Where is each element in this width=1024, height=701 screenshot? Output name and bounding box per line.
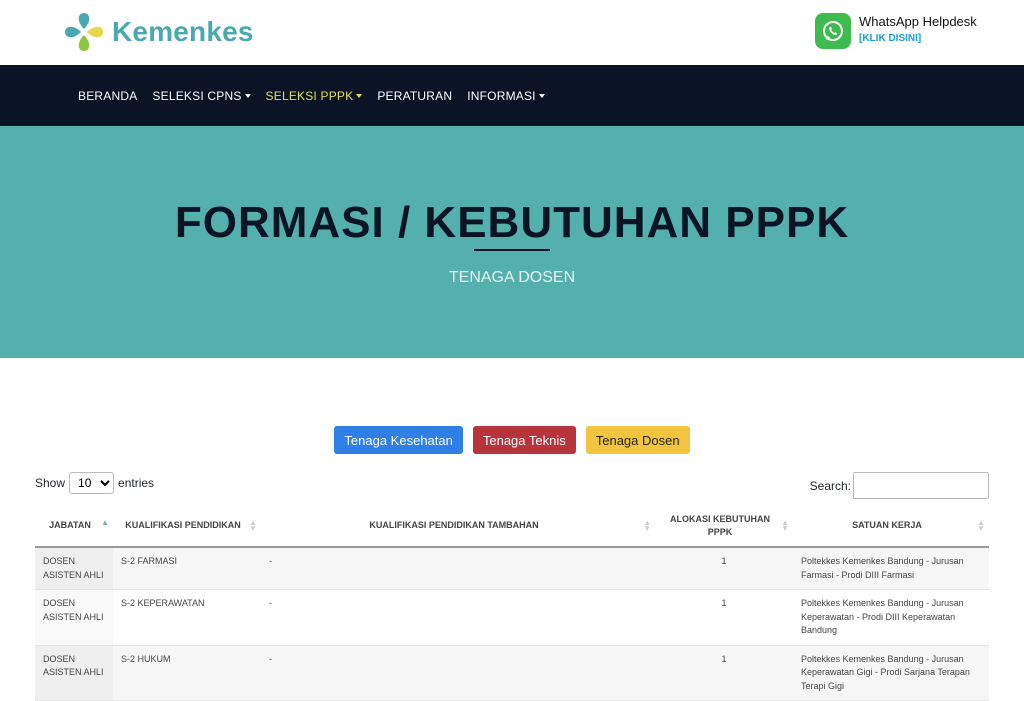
entries-label: entries xyxy=(118,476,155,490)
entries-select[interactable]: 10 xyxy=(69,472,115,494)
sort-icon: ▲ ▼ xyxy=(781,518,789,533)
table-row: DOSEN ASISTEN AHLI S-2 FARMASI - 1 Polte… xyxy=(35,547,989,590)
cell-kualifikasi-tambahan: - xyxy=(261,645,655,701)
cell-jabatan: DOSEN ASISTEN AHLI xyxy=(35,589,113,646)
sort-icon: ▲ ▼ xyxy=(977,518,985,533)
page-title: FORMASI / KEBUTUHAN PPPK xyxy=(174,198,850,247)
formasi-table: JABATAN ▲ KUALIFIKASI PENDIDIKAN ▲ ▼ KUALIF… xyxy=(35,505,989,701)
cell-satuan-kerja: Poltekkes Kemenkes Bandung - Jurusan Far… xyxy=(793,547,989,590)
nav-item-seleksi-pppk[interactable]: SELEKSI PPPK xyxy=(266,89,363,103)
cell-kualifikasi: S-2 KEPERAWATAN xyxy=(113,589,261,646)
brand-name: Kemenkes xyxy=(112,16,254,47)
search-input[interactable] xyxy=(853,472,989,499)
column-header-satuan-kerja[interactable]: SATUAN KERJA ▲ ▼ xyxy=(793,505,989,548)
cell-kualifikasi: S-2 FARMASI xyxy=(113,547,261,590)
nav-item-peraturan[interactable]: PERATURAN xyxy=(377,89,452,103)
column-header-alokasi[interactable]: ALOKASI KEBUTUHAN PPPK ▲ ▼ xyxy=(655,505,793,548)
helpdesk-title: WhatsApp Helpdesk xyxy=(859,14,977,29)
table-row: DOSEN ASISTEN AHLI S-2 KEPERAWATAN - 1 P… xyxy=(35,589,989,646)
chevron-down-icon xyxy=(538,94,545,99)
tenaga-kesehatan-button[interactable]: Tenaga Kesehatan xyxy=(334,426,463,454)
sort-icon: ▲ ▼ xyxy=(249,518,257,533)
chevron-down-icon xyxy=(356,94,363,99)
cell-alokasi: 1 xyxy=(655,547,793,590)
search-label: Search: xyxy=(809,478,851,493)
hero-banner: FORMASI / KEBUTUHAN PPPK TENAGA DOSEN xyxy=(0,126,1024,358)
sort-asc-icon: ▲ xyxy=(101,518,109,527)
top-header: Kemenkes WhatsApp Helpdesk [KLIK DISINI] xyxy=(0,0,1024,65)
entries-control: Show 10 entries xyxy=(35,472,154,494)
column-header-kualifikasi-tambahan[interactable]: KUALIFIKASI PENDIDIKAN TAMBAHAN ▲ ▼ xyxy=(261,505,655,548)
cell-kualifikasi: S-2 HUKUM xyxy=(113,645,261,701)
sort-icon: ▲ ▼ xyxy=(643,518,651,533)
category-buttons: Tenaga Kesehatan Tenaga Teknis Tenaga Do… xyxy=(0,426,1024,454)
cell-alokasi: 1 xyxy=(655,645,793,701)
cell-satuan-kerja: Poltekkes Kemenkes Bandung - Jurusan Kep… xyxy=(793,589,989,646)
cell-jabatan: DOSEN ASISTEN AHLI xyxy=(35,645,113,701)
tenaga-teknis-button[interactable]: Tenaga Teknis xyxy=(472,426,576,454)
cell-kualifikasi-tambahan: - xyxy=(261,589,655,646)
show-label: Show xyxy=(35,476,66,490)
cell-kualifikasi-tambahan: - xyxy=(261,547,655,590)
nav-item-beranda[interactable]: BERANDA xyxy=(78,89,137,103)
column-header-kualifikasi[interactable]: KUALIFIKASI PENDIDIKAN ▲ ▼ xyxy=(113,505,261,548)
nav-item-informasi[interactable]: INFORMASI xyxy=(467,89,545,103)
helpdesk-link[interactable]: [KLIK DISINI] xyxy=(859,34,977,44)
main-nav: BERANDA SELEKSI CPNS SELEKSI PPPK PERATU… xyxy=(0,65,1024,126)
nav-item-seleksi-cpns[interactable]: SELEKSI CPNS xyxy=(152,89,251,103)
cell-alokasi: 1 xyxy=(655,589,793,646)
title-divider xyxy=(474,249,550,251)
kemenkes-logo-icon xyxy=(65,13,103,51)
column-header-jabatan[interactable]: JABATAN ▲ xyxy=(35,505,113,548)
tenaga-dosen-button[interactable]: Tenaga Dosen xyxy=(585,426,690,454)
chevron-down-icon xyxy=(244,94,251,99)
brand-logo[interactable]: Kemenkes xyxy=(64,11,254,53)
cell-jabatan: DOSEN ASISTEN AHLI xyxy=(35,547,113,590)
table-row: DOSEN ASISTEN AHLI S-2 HUKUM - 1 Poltekk… xyxy=(35,645,989,701)
page-subtitle: TENAGA DOSEN xyxy=(448,269,576,286)
cell-satuan-kerja: Poltekkes Kemenkes Bandung - Jurusan Kep… xyxy=(793,645,989,701)
search-control: Search: xyxy=(810,472,989,499)
whatsapp-icon xyxy=(815,13,851,49)
table-header-row: JABATAN ▲ KUALIFIKASI PENDIDIKAN ▲ ▼ KUALIF… xyxy=(35,505,989,548)
whatsapp-helpdesk[interactable]: WhatsApp Helpdesk [KLIK DISINI] xyxy=(815,13,977,49)
